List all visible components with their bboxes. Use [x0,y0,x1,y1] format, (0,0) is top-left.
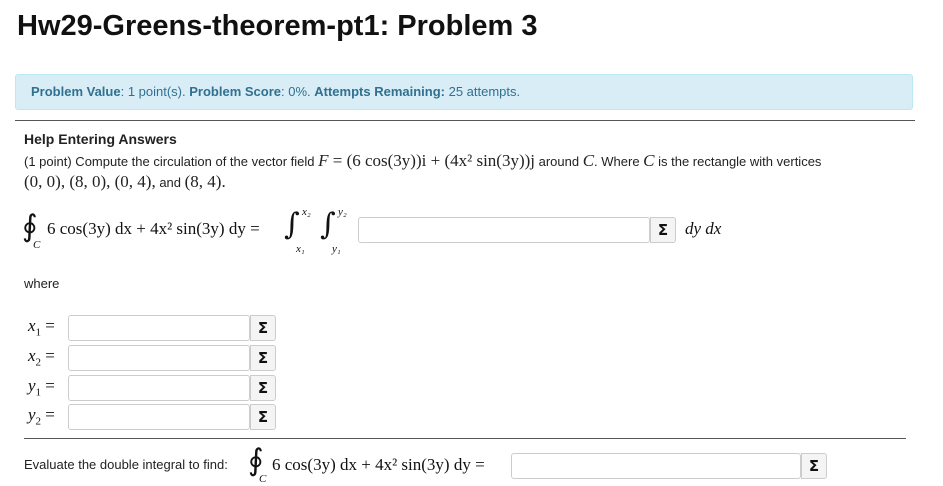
problem-vertices: (0, 0), (8, 0), (0, 4), and (8, 4). [24,172,226,192]
y2-input[interactable] [68,404,250,430]
problem-info-bar: Problem Value: 1 point(s). Problem Score… [15,74,913,110]
x1-input[interactable] [68,315,250,341]
help-entering-answers-link[interactable]: Help Entering Answers [24,131,177,147]
x2-sub: 2 [35,356,42,369]
problem-statement: (1 point) Compute the circulation of the… [24,151,821,171]
inner-integral-symbol: ∫ [320,207,336,242]
last-vertex: (8, 4). [184,172,226,191]
final-answer-input[interactable] [511,453,801,479]
upper-bound-y2: y₂ [338,206,347,218]
y2-label: y2 = [28,405,55,427]
attempts-remaining-text: 25 attempts. [444,84,521,99]
vector-field-name: F [318,151,329,170]
x1-equation-editor-button[interactable]: Σ [250,315,276,341]
statement-prefix: (1 point) Compute the circulation of the… [24,154,319,169]
line-integral-expression: 6 cos(3y) dx + 4x² sin(3y) dy = [47,219,260,238]
lower-bound-y1: y₁ [332,243,341,255]
problem-value-text: : 1 point(s). [120,84,190,99]
lower-bound-x1: x₁ [296,243,305,255]
integrand-answer-input[interactable] [358,217,650,243]
vector-field-expression: (6 cos(3y))i + (4x² sin(3y))j [346,151,535,170]
upper-bound-x2: x₂ [302,206,311,218]
x1-label: x1 = [28,316,55,338]
y2-var: y [28,405,36,424]
attempts-remaining-label: Attempts Remaining: [314,84,445,99]
y1-sub: 1 [35,386,42,399]
x2-var: x [28,346,36,365]
x1-var: x [28,316,36,335]
statement-around: around [535,154,583,169]
x1-equals: = [45,316,55,335]
vertices-and: and [155,175,185,190]
final-line-integral-expression: 6 cos(3y) dx + 4x² sin(3y) dy = [272,455,485,474]
final-equation-editor-button[interactable]: Σ [801,453,827,479]
final-contour-subscript-c: C [259,473,267,485]
vertices-list: (0, 0), (8, 0), (0, 4), [24,172,156,191]
x2-input[interactable] [68,345,250,371]
divider-top [15,120,915,121]
y2-sub: 2 [35,415,42,428]
y1-equals: = [45,376,55,395]
final-prompt: Evaluate the double integral to find: [24,457,228,472]
curve-name: C [582,151,595,170]
outer-integral-symbol: ∫ [284,207,300,242]
statement-rectangle: is the rectangle with vertices [654,154,822,169]
x2-equals: = [45,346,55,365]
page-title: Hw29-Greens-theorem-pt1: Problem 3 [17,10,538,42]
y2-equation-editor-button[interactable]: Σ [250,404,276,430]
x2-equation-editor-button[interactable]: Σ [250,345,276,371]
divider-bottom [24,438,906,439]
y2-equals: = [45,405,55,424]
contour-subscript-c: C [33,239,41,251]
x1-sub: 1 [35,326,42,339]
problem-score-text: : 0%. [281,84,315,99]
curve-name-2: C [643,151,655,170]
equation-editor-button[interactable]: Σ [650,217,676,243]
problem-score-label: Problem Score [189,84,281,99]
y1-input[interactable] [68,375,250,401]
where-label: where [24,276,60,291]
dy-dx-label: dy dx [685,219,722,238]
y1-var: y [28,376,36,395]
y1-equation-editor-button[interactable]: Σ [250,375,276,401]
statement-where: . Where [594,154,644,169]
statement-equals: = [328,151,347,170]
x2-label: x2 = [28,346,55,368]
problem-value-label: Problem Value [31,84,121,99]
y1-label: y1 = [28,376,55,398]
